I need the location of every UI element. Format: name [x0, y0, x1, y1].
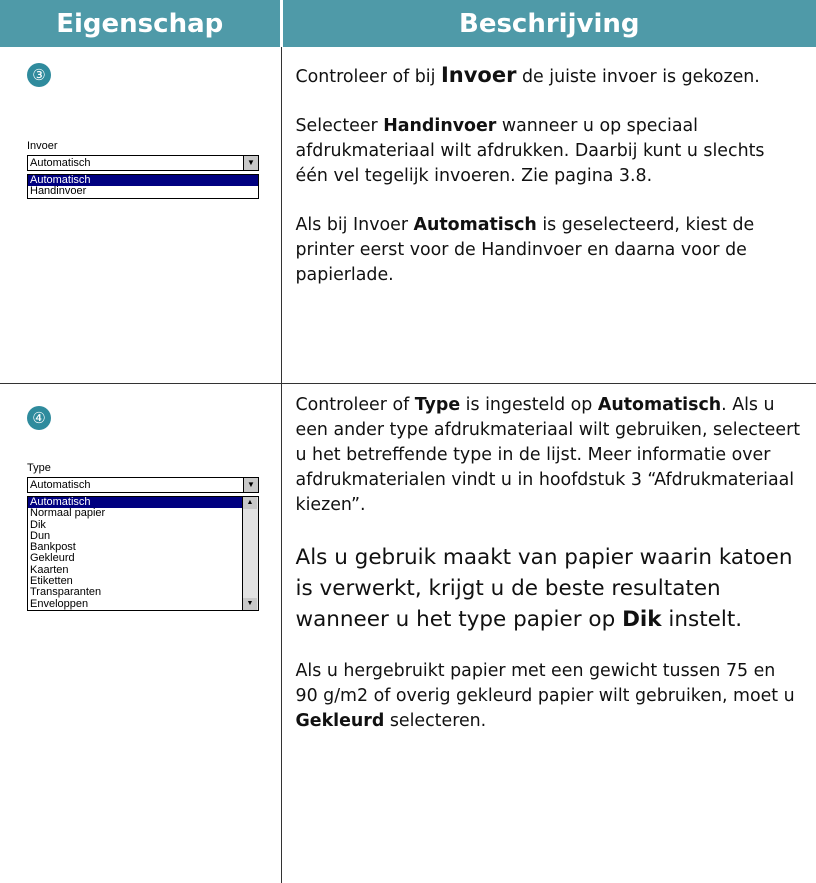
description-cell: Controleer of Type is ingesteld op Autom… — [281, 384, 816, 883]
invoer-options-list: Automatisch Handinvoer — [27, 174, 259, 199]
text-span: de juiste invoer is gekozen. — [516, 67, 759, 87]
text-span: Controleer of bij — [296, 67, 441, 87]
description-cell: Controleer of bij Invoer de juiste invoe… — [281, 47, 816, 384]
widget-label: Invoer — [27, 140, 259, 153]
header-row: Eigenschap Beschrijving — [0, 0, 816, 47]
combo-value: Automatisch — [30, 157, 91, 170]
description-paragraph: Controleer of bij Invoer de juiste invoe… — [296, 63, 803, 90]
header-beschrijving: Beschrijving — [281, 0, 816, 47]
description-paragraph: Controleer of Type is ingesteld op Autom… — [296, 393, 803, 518]
description-paragraph: Selecteer Handinvoer wanneer u op specia… — [296, 114, 803, 189]
bold-term: Handinvoer — [383, 116, 496, 136]
header-eigenschap: Eigenschap — [0, 0, 281, 47]
bold-term: Automatisch — [598, 395, 721, 415]
text-span: Als u hergebruikt papier met een gewicht… — [296, 661, 795, 706]
scroll-down-icon[interactable]: ▼ — [243, 598, 257, 610]
combo-value: Automatisch — [30, 479, 91, 492]
description-paragraph: Als u gebruik maakt van papier waarin ka… — [296, 542, 803, 635]
bold-term: Invoer — [441, 63, 516, 87]
scroll-up-icon[interactable]: ▲ — [243, 497, 257, 509]
bold-term: Type — [415, 395, 460, 415]
table-row: ③ Invoer Automatisch ▼ Automatisch Handi… — [0, 47, 816, 384]
description-paragraph: Als bij Invoer Automatisch is geselectee… — [296, 213, 803, 288]
text-span: Selecteer — [296, 116, 384, 136]
text-span: is ingesteld op — [460, 395, 598, 415]
bold-term: Gekleurd — [296, 711, 385, 731]
step-4-marker-icon: ④ — [27, 406, 51, 430]
step-3-marker-icon: ③ — [27, 63, 51, 87]
widget-label: Type — [27, 462, 259, 475]
invoer-dropdown-widget: Invoer Automatisch ▼ Automatisch Handinv… — [27, 140, 259, 199]
dropdown-arrow-icon[interactable]: ▼ — [243, 156, 258, 170]
list-scrollbar[interactable]: ▲ ▼ — [242, 497, 258, 610]
description-paragraph: Als u hergebruikt papier met een gewicht… — [296, 659, 803, 734]
list-item[interactable]: Enveloppen — [28, 599, 258, 610]
list-item[interactable]: Normaal papier — [28, 508, 258, 519]
dropdown-arrow-icon[interactable]: ▼ — [243, 478, 258, 492]
type-options-list: Automatisch Normaal papier Dik Dun Bankp… — [27, 496, 259, 611]
bold-term: Dik — [622, 607, 662, 632]
type-combo[interactable]: Automatisch ▼ — [27, 477, 259, 493]
table-row: ④ Type Automatisch ▼ Automatisch Normaal… — [0, 384, 816, 883]
list-item[interactable]: Handinvoer — [28, 186, 258, 197]
list-item[interactable]: Transparanten — [28, 587, 258, 598]
invoer-combo[interactable]: Automatisch ▼ — [27, 155, 259, 171]
feature-table: Eigenschap Beschrijving ③ Invoer Automat… — [0, 0, 816, 883]
feature-cell: ③ Invoer Automatisch ▼ Automatisch Handi… — [0, 47, 281, 384]
type-dropdown-widget: Type Automatisch ▼ Automatisch Normaal p… — [27, 462, 259, 611]
text-span: selecteren. — [384, 711, 486, 731]
text-span: Controleer of — [296, 395, 415, 415]
feature-cell: ④ Type Automatisch ▼ Automatisch Normaal… — [0, 384, 281, 883]
bold-term: Automatisch — [414, 215, 537, 235]
text-span: Als bij Invoer — [296, 215, 414, 235]
text-span: instelt. — [662, 607, 743, 632]
list-item[interactable]: Dik — [28, 520, 258, 531]
